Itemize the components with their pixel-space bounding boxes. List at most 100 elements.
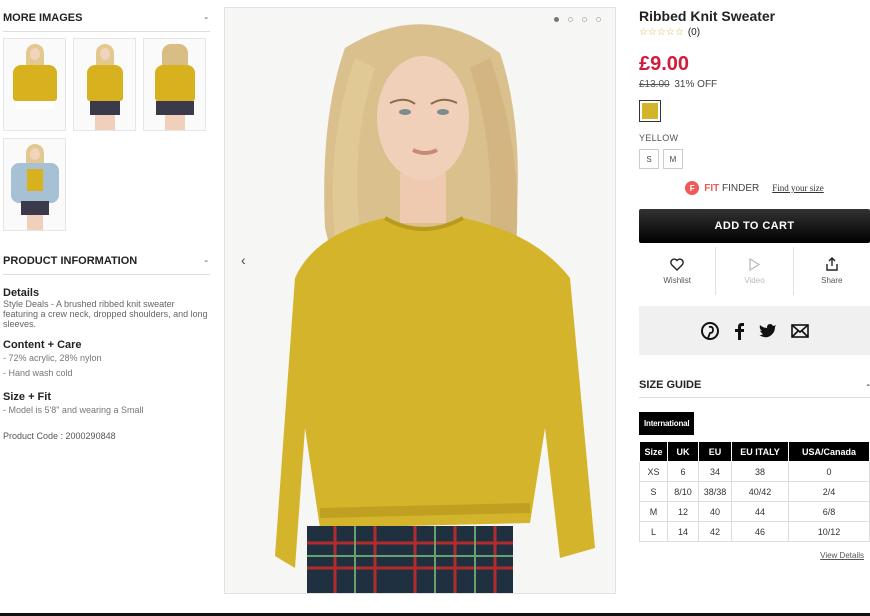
model-photo (225, 8, 615, 593)
thumbnail-jacket[interactable] (3, 138, 66, 231)
fit-finder-logo: FIT FINDER (704, 183, 759, 194)
action-bar: Wishlist Video Share (639, 247, 870, 295)
discount-label: 31% OFF (674, 79, 718, 90)
column-header: Size (639, 441, 668, 462)
carousel-dot[interactable] (582, 17, 587, 22)
carousel-dot[interactable] (596, 17, 601, 22)
thumbnail-back[interactable] (143, 38, 206, 131)
add-to-cart-button[interactable]: ADD TO CART (639, 209, 870, 243)
table-cell: M (639, 501, 668, 522)
table-cell: S (639, 481, 668, 502)
size-guide-table: Size UK EU EU ITALY USA/Canada XS 6 34 3… (639, 441, 870, 542)
size-guide-title: SIZE GUIDE (639, 379, 702, 391)
size-guide-header[interactable]: SIZE GUIDE - (639, 379, 870, 398)
table-cell: 8/10 (667, 481, 699, 502)
carousel-dot[interactable] (554, 17, 559, 22)
share-label: Share (821, 276, 843, 285)
view-details-link[interactable]: View Details (639, 551, 870, 560)
table-cell: 12 (667, 501, 699, 522)
content-care-title: Content + Care (3, 339, 82, 351)
table-row: M 12 40 44 6/8 (639, 501, 870, 522)
prev-image-arrow-icon[interactable]: ‹ (241, 252, 448, 268)
size-button-m[interactable]: M (663, 149, 683, 169)
table-cell: 6/8 (788, 501, 870, 522)
size-fit-line: - Model is 5'8" and wearing a Small (3, 405, 144, 415)
table-cell: 38/38 (698, 481, 732, 502)
find-your-size-link[interactable]: Find your size (772, 183, 824, 193)
table-cell: 46 (731, 521, 789, 542)
share-icon (826, 257, 838, 271)
product-info-header[interactable]: PRODUCT INFORMATION - (3, 243, 210, 275)
size-guide-collapse-icon[interactable]: - (866, 379, 870, 391)
content-care-line: - Hand wash cold (3, 368, 73, 378)
table-row: XS 6 34 38 0 (639, 461, 870, 482)
sale-price: £9.00 (639, 53, 690, 75)
video-button[interactable]: Video (716, 247, 794, 295)
table-cell: 2/4 (788, 481, 870, 502)
table-cell: 38 (731, 461, 789, 482)
star-rating-icon: ☆☆☆☆☆ (639, 27, 684, 38)
rating[interactable]: ☆☆☆☆☆ (0) (639, 27, 870, 38)
video-label: Video (744, 275, 765, 285)
heart-icon (670, 257, 684, 271)
twitter-icon[interactable] (759, 323, 777, 339)
table-cell: 10/12 (788, 521, 870, 542)
table-cell: 40 (698, 501, 732, 522)
size-button-s[interactable]: S (639, 149, 659, 169)
table-row: S 8/10 38/38 40/42 2/4 (639, 481, 870, 502)
product-panel: Ribbed Knit Sweater ☆☆☆☆☆ (0) £9.00 £13.… (639, 0, 870, 560)
table-cell: XS (639, 461, 668, 482)
table-cell: 40/42 (731, 481, 789, 502)
size-fit-title: Size + Fit (3, 391, 51, 403)
details-text: Style Deals - A brushed ribbed knit swea… (3, 299, 208, 329)
content-care-line: - 72% acrylic, 28% nylon (3, 353, 102, 363)
selected-color-name: YELLOW (639, 133, 679, 143)
product-info-collapse-icon[interactable]: - (204, 255, 210, 267)
thumbnail-list (3, 38, 210, 231)
table-cell: 44 (731, 501, 789, 522)
original-price: £13.00 (639, 79, 670, 90)
table-cell: 34 (698, 461, 732, 482)
pinterest-icon[interactable] (700, 321, 719, 340)
review-count: (0) (687, 27, 701, 38)
fit-finder-logo-finder: FINDER (719, 182, 760, 194)
table-cell: 6 (667, 461, 699, 482)
table-cell: 0 (788, 461, 870, 482)
column-header: UK (667, 441, 699, 462)
size-guide-tab-international[interactable]: International (639, 412, 695, 435)
left-column: MORE IMAGES - PRODUCT INFORMATION - Deta… (3, 0, 210, 441)
carousel-dots (554, 17, 601, 22)
play-icon (749, 257, 761, 271)
email-icon[interactable] (790, 323, 809, 338)
main-product-image[interactable]: ‹ › (224, 7, 616, 594)
table-cell: 42 (698, 521, 732, 542)
product-info-title: PRODUCT INFORMATION (3, 255, 138, 267)
column-header: EU ITALY (731, 441, 789, 462)
carousel-dot[interactable] (568, 17, 573, 22)
more-images-collapse-icon[interactable]: - (204, 12, 210, 24)
thumbnail-front[interactable] (3, 38, 66, 131)
share-button[interactable]: Share (794, 247, 870, 295)
product-title: Ribbed Knit Sweater (639, 8, 776, 24)
product-information-section: PRODUCT INFORMATION - Details Style Deal… (3, 243, 210, 441)
column-header: EU (698, 441, 732, 462)
fit-finder-icon: F (685, 181, 700, 195)
table-cell: L (639, 521, 668, 542)
price-line: £13.00 31% OFF (639, 79, 870, 90)
more-images-header[interactable]: MORE IMAGES - (3, 0, 210, 32)
thumbnail-side[interactable] (73, 38, 136, 131)
facebook-icon[interactable] (733, 322, 745, 340)
color-swatch-yellow[interactable] (639, 100, 661, 122)
column-header: USA/Canada (788, 441, 870, 462)
more-images-title: MORE IMAGES (3, 12, 83, 24)
table-cell: 14 (667, 521, 699, 542)
details-title: Details (3, 287, 40, 299)
fit-finder[interactable]: F FIT FINDER Find your size (639, 181, 870, 195)
wishlist-button[interactable]: Wishlist (639, 247, 717, 295)
wishlist-label: Wishlist (663, 275, 691, 285)
table-row: L 14 42 46 10/12 (639, 521, 870, 542)
product-code: Product Code : 2000290848 (3, 431, 116, 441)
fit-finder-logo-fit: FIT (704, 182, 720, 194)
size-selector: S M (639, 149, 870, 169)
table-header-row: Size UK EU EU ITALY USA/Canada (639, 441, 870, 462)
